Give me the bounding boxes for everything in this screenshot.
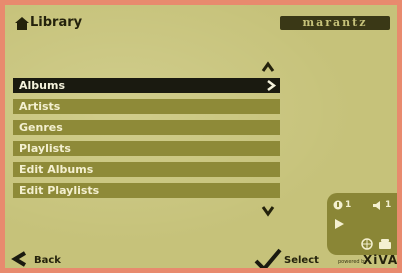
menu-item-label: Edit Playlists <box>19 184 100 197</box>
play-icon <box>335 219 344 229</box>
zone-number: 1 <box>345 200 352 210</box>
library-menu: Albums Artists Genres Playlists Edit Alb… <box>13 78 280 204</box>
status-panel: 1 1 <box>327 193 397 255</box>
menu-item-label: Albums <box>19 79 65 92</box>
menu-item-label: Genres <box>19 121 63 134</box>
chevron-right-icon <box>267 80 276 91</box>
scroll-up-icon[interactable] <box>261 61 275 73</box>
brand-logo: marantz <box>280 16 390 30</box>
menu-item-playlists[interactable]: Playlists <box>13 141 280 156</box>
back-arrow-icon[interactable] <box>11 251 29 267</box>
device-frame: Library marantz Albums Artists Genres Pl… <box>0 0 402 273</box>
menu-item-label: Edit Albums <box>19 163 94 176</box>
menu-item-edit-playlists[interactable]: Edit Playlists <box>13 183 280 198</box>
checkmark-icon[interactable] <box>254 248 282 268</box>
menu-item-label: Playlists <box>19 142 71 155</box>
menu-item-genres[interactable]: Genres <box>13 120 280 135</box>
scroll-down-icon[interactable] <box>261 205 275 217</box>
page-title: Library <box>30 15 83 30</box>
phone-icon <box>379 239 391 249</box>
menu-item-albums[interactable]: Albums <box>13 78 280 93</box>
menu-item-edit-albums[interactable]: Edit Albums <box>13 162 280 177</box>
back-button-label[interactable]: Back <box>34 255 61 266</box>
menu-item-label: Artists <box>19 100 61 113</box>
screen: Library marantz Albums Artists Genres Pl… <box>5 5 397 268</box>
network-icon <box>361 238 373 250</box>
volume-level: 1 <box>385 200 392 210</box>
power-icon <box>333 200 343 210</box>
home-icon[interactable] <box>15 17 29 30</box>
xiva-logo: XiVA <box>363 253 397 267</box>
select-button-label[interactable]: Select <box>284 255 319 266</box>
speaker-icon <box>373 201 380 210</box>
menu-item-artists[interactable]: Artists <box>13 99 280 114</box>
